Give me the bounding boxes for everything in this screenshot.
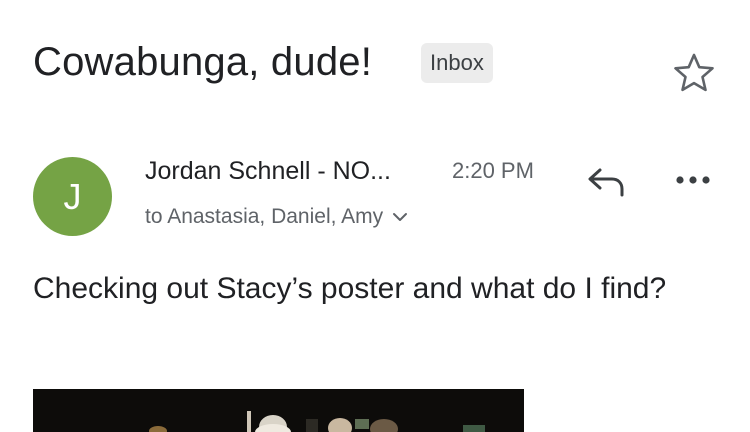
sender-name[interactable]: Jordan Schnell - NO... [145, 154, 391, 188]
sender-avatar[interactable]: J [33, 157, 112, 236]
recipients-text: to Anastasia, Daniel, Amy [145, 205, 384, 228]
star-icon[interactable] [673, 52, 715, 94]
recipients-row[interactable]: to Anastasia, Daniel, Amy [145, 202, 408, 232]
reply-icon[interactable] [585, 164, 627, 198]
email-view: Cowabunga, dude! Inbox J Jordan Schnell … [0, 0, 750, 432]
email-body-text: Checking out Stacy’s poster and what do … [33, 272, 667, 305]
sent-time: 2:20 PM [452, 158, 534, 183]
photo-preview [33, 389, 524, 432]
more-options-icon[interactable] [674, 172, 712, 188]
chevron-down-icon[interactable] [392, 211, 408, 223]
attached-photo[interactable] [33, 389, 524, 432]
inbox-label-chip[interactable]: Inbox [421, 43, 493, 83]
email-subject: Cowabunga, dude! [33, 40, 373, 84]
